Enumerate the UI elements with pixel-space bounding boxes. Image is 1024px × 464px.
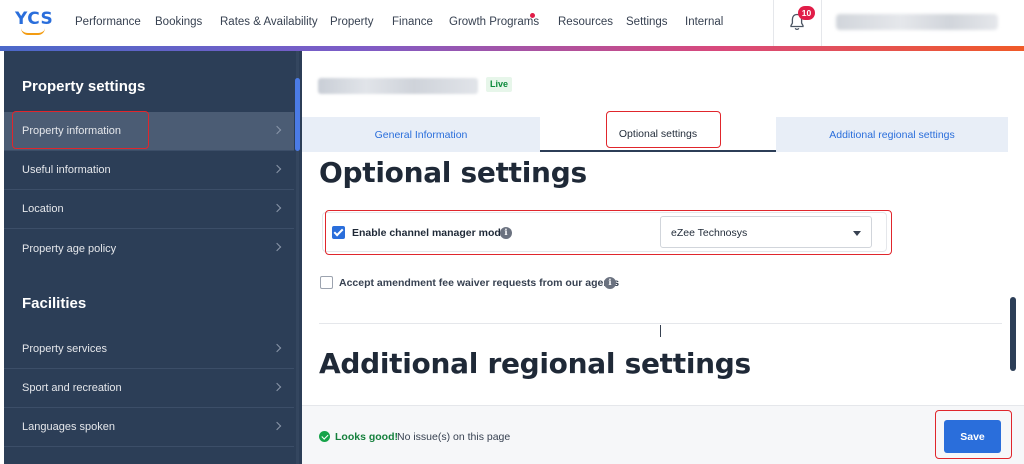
sidebar-heading-facilities: Facilities xyxy=(22,295,87,312)
info-icon[interactable]: i xyxy=(604,277,616,289)
nav-resources[interactable]: Resources xyxy=(558,16,613,28)
nav-settings[interactable]: Settings xyxy=(626,16,668,28)
ycs-logo[interactable]: YCS xyxy=(15,9,55,37)
nav-divider xyxy=(821,0,822,46)
tab-additional-regional-settings[interactable]: Additional regional settings xyxy=(776,117,1008,152)
main-scrollbar[interactable] xyxy=(1010,297,1016,371)
validation-status: Looks good! xyxy=(335,431,398,443)
highlight-optional-settings-tab xyxy=(606,111,721,148)
chevron-right-icon xyxy=(272,242,282,252)
amendment-waiver-checkbox[interactable] xyxy=(320,276,333,289)
sidebar-item-label: Location xyxy=(22,203,64,215)
sidebar-item-label: Useful information xyxy=(22,164,111,176)
account-switcher[interactable] xyxy=(836,14,998,30)
highlight-channel-manager-row xyxy=(325,210,892,255)
new-indicator-dot xyxy=(530,13,535,18)
amendment-waiver-label: Accept amendment fee waiver requests fro… xyxy=(339,277,620,289)
sidebar-item-label: Languages spoken xyxy=(22,421,115,433)
sidebar-item-label: Property services xyxy=(22,343,107,355)
sidebar-item-sport-and-recreation[interactable]: Sport and recreation xyxy=(4,369,294,408)
section-divider xyxy=(319,323,1002,324)
nav-growth-programs[interactable]: Growth Programs xyxy=(449,16,539,28)
status-badge: Live xyxy=(486,77,513,92)
chevron-right-icon xyxy=(272,125,282,135)
logo-text: YCS xyxy=(15,9,54,29)
chevron-right-icon xyxy=(272,343,282,353)
sidebar-item-property-services[interactable]: Property services xyxy=(4,330,294,369)
text-cursor xyxy=(660,325,661,337)
highlight-property-information xyxy=(12,111,149,149)
notification-badge: 10 xyxy=(798,6,815,20)
validation-message: No issue(s) on this page xyxy=(397,431,511,443)
optional-settings-heading: Optional settings xyxy=(319,156,587,189)
nav-internal[interactable]: Internal xyxy=(685,16,723,28)
nav-rates-availability[interactable]: Rates & Availability xyxy=(220,16,318,28)
nav-bookings[interactable]: Bookings xyxy=(155,16,202,28)
additional-regional-settings-heading: Additional regional settings xyxy=(319,347,751,380)
sidebar-item-label: Property age policy xyxy=(22,242,117,255)
top-navigation: YCS Performance Bookings Rates & Availab… xyxy=(0,0,1024,46)
sidebar-item-property-age-policy[interactable]: Property age policy xyxy=(4,229,294,268)
nav-performance[interactable]: Performance xyxy=(75,16,141,28)
nav-property[interactable]: Property xyxy=(330,16,373,28)
sidebar-item-languages-spoken[interactable]: Languages spoken xyxy=(4,408,294,447)
sidebar-item-location[interactable]: Location xyxy=(4,190,294,229)
nav-finance[interactable]: Finance xyxy=(392,16,433,28)
sidebar-scrollbar[interactable] xyxy=(295,78,300,151)
sidebar-item-useful-information[interactable]: Useful information xyxy=(4,151,294,190)
nav-divider xyxy=(773,0,774,46)
tab-general-information[interactable]: General Information xyxy=(302,117,540,152)
chevron-right-icon xyxy=(272,421,282,431)
chevron-right-icon xyxy=(272,164,282,174)
sidebar-heading-property-settings: Property settings xyxy=(22,78,146,95)
highlight-save-button xyxy=(935,410,1012,459)
property-name-redacted xyxy=(318,78,478,94)
chevron-right-icon xyxy=(272,203,282,213)
chevron-right-icon xyxy=(272,382,282,392)
check-circle-icon xyxy=(319,431,330,442)
sidebar-item-label: Sport and recreation xyxy=(22,382,122,394)
logo-smile-icon xyxy=(21,28,45,35)
